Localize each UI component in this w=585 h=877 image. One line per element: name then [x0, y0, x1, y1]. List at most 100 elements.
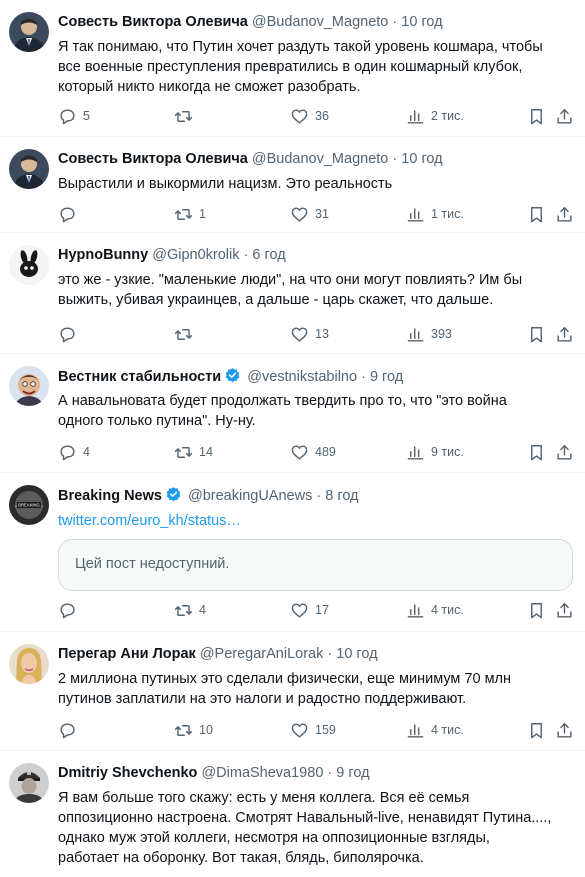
heart-icon [291, 108, 308, 124]
action-bar: 4 14 489 9 тис. [0, 442, 585, 462]
views-button[interactable]: 1 тис. [406, 204, 464, 224]
like-count: 159 [315, 723, 336, 737]
like-button[interactable]: 489 [290, 442, 336, 462]
user-handle[interactable]: @Budanov_Magneto [252, 14, 388, 30]
retweet-button[interactable]: 4 [174, 600, 206, 620]
separator: · [392, 151, 398, 167]
display-name[interactable]: Перегар Ани Лорак [58, 646, 196, 662]
retweet-count: 14 [199, 445, 213, 459]
reply-button[interactable]: 5 [58, 106, 90, 126]
separator: · [316, 488, 322, 504]
action-bar: 4 17 4 тис. [0, 600, 585, 620]
timestamp[interactable]: 9 год [370, 369, 403, 385]
share-icon [557, 602, 572, 618]
avatar[interactable] [9, 12, 49, 52]
reply-icon [60, 602, 75, 618]
retweet-count: 4 [199, 603, 206, 617]
reply-button[interactable] [58, 600, 83, 620]
retweet-count: 1 [199, 207, 206, 221]
tweet[interactable]: BREAKING Breaking News @breakingUAnews ·… [0, 473, 585, 632]
display-name[interactable]: Совесть Виктора Олевича [58, 151, 248, 167]
bookmark-button[interactable] [527, 720, 546, 740]
timestamp[interactable]: 10 год [401, 14, 442, 30]
separator: · [392, 14, 398, 30]
view-count: 4 тис. [431, 603, 464, 617]
user-handle[interactable]: @breakingUAnews [188, 488, 312, 504]
display-name[interactable]: Вестник стабильности [58, 369, 221, 385]
display-name[interactable]: Dmitriy Shevchenko [58, 765, 197, 781]
display-name[interactable]: HypnoBunny [58, 247, 148, 263]
display-name[interactable]: Breaking News [58, 488, 162, 504]
timestamp[interactable]: 10 год [401, 151, 442, 167]
user-handle[interactable]: @vestnikstabilno [247, 369, 357, 385]
share-button[interactable] [555, 106, 574, 126]
retweet-count: 10 [199, 723, 213, 737]
reply-button[interactable] [58, 324, 83, 344]
bookmark-button[interactable] [527, 204, 546, 224]
share-button[interactable] [555, 720, 574, 740]
bookmark-button[interactable] [527, 600, 546, 620]
user-handle[interactable]: @PeregarAniLorak [200, 646, 324, 662]
views-button[interactable]: 393 [406, 324, 452, 344]
retweet-button[interactable] [174, 324, 199, 344]
bookmark-button[interactable] [527, 106, 546, 126]
avatar[interactable]: BREAKING [9, 485, 49, 525]
user-handle[interactable]: @Budanov_Magneto [252, 151, 388, 167]
share-button[interactable] [555, 600, 574, 620]
timestamp[interactable]: 6 год [252, 247, 285, 263]
display-name[interactable]: Совесть Виктора Олевича [58, 14, 248, 30]
user-handle[interactable]: @DimaSheva1980 [201, 765, 323, 781]
view-count: 1 тис. [431, 207, 464, 221]
tweet-text-line: путинов заплатили на это налоги и радост… [58, 691, 467, 707]
bookmark-button[interactable] [527, 442, 546, 462]
retweet-button[interactable] [174, 106, 199, 126]
avatar[interactable] [9, 149, 49, 189]
retweet-button[interactable]: 10 [174, 720, 213, 740]
tweet-text: 2 миллиона путиных это сделали физически… [58, 669, 573, 709]
avatar[interactable] [9, 245, 49, 285]
share-button[interactable] [555, 442, 574, 462]
tweet[interactable]: Совесть Виктора Олевича @Budanov_Magneto… [0, 137, 585, 233]
tweet[interactable]: Dmitriy Shevchenko @DimaSheva1980 · 9 го… [0, 751, 585, 877]
tweet-text: Я вам больше того скажу: есть у меня кол… [58, 788, 573, 868]
user-handle[interactable]: @Gipn0krolik [152, 247, 239, 263]
like-button[interactable]: 17 [290, 600, 329, 620]
views-button[interactable]: 9 тис. [406, 442, 464, 462]
verified-badge-icon [225, 368, 240, 383]
reply-button[interactable]: 4 [58, 442, 90, 462]
like-button[interactable]: 13 [290, 324, 329, 344]
timestamp[interactable]: 8 год [325, 488, 358, 504]
tweet[interactable]: Перегар Ани Лорак @PeregarAniLorak · 10 … [0, 632, 585, 751]
tweet[interactable]: Совесть Виктора Олевича @Budanov_Magneto… [0, 0, 585, 137]
quoted-post-unavailable[interactable]: Цей пост недоступний. [58, 539, 573, 591]
views-chart-icon [407, 207, 424, 222]
tweet-text-line: одного только путина". Ну-ну. [58, 413, 256, 429]
like-button[interactable]: 159 [290, 720, 336, 740]
like-button[interactable]: 36 [290, 106, 329, 126]
like-button[interactable]: 31 [290, 204, 329, 224]
avatar[interactable] [9, 763, 49, 803]
reply-button[interactable] [58, 720, 83, 740]
share-button[interactable] [555, 204, 574, 224]
tweet[interactable]: Вестник стабильности @vestnikstabilno · … [0, 354, 585, 473]
tweet-text-line: А навальновата будет продолжать твердить… [58, 393, 507, 409]
share-button[interactable] [555, 324, 574, 344]
view-count: 393 [431, 327, 452, 341]
tweet-link[interactable]: twitter.com/euro_kh/status… [58, 511, 241, 531]
reply-icon [60, 108, 75, 124]
retweet-button[interactable]: 1 [174, 204, 206, 224]
avatar[interactable] [9, 366, 49, 406]
like-count: 31 [315, 207, 329, 221]
tweet[interactable]: HypnoBunny @Gipn0krolik · 6 год это же -… [0, 233, 585, 354]
retweet-button[interactable]: 14 [174, 442, 213, 462]
avatar[interactable] [9, 644, 49, 684]
bookmark-button[interactable] [527, 324, 546, 344]
timestamp[interactable]: 10 год [336, 646, 377, 662]
reply-button[interactable] [58, 204, 83, 224]
views-button[interactable]: 4 тис. [406, 720, 464, 740]
tweet-text-line: оппозиционно настроена. Смотрят Навальны… [58, 810, 552, 826]
views-button[interactable]: 2 тис. [406, 106, 464, 126]
views-button[interactable]: 4 тис. [406, 600, 464, 620]
tweet-header: Dmitriy Shevchenko @DimaSheva1980 · 9 го… [58, 764, 370, 782]
timestamp[interactable]: 9 год [336, 765, 369, 781]
